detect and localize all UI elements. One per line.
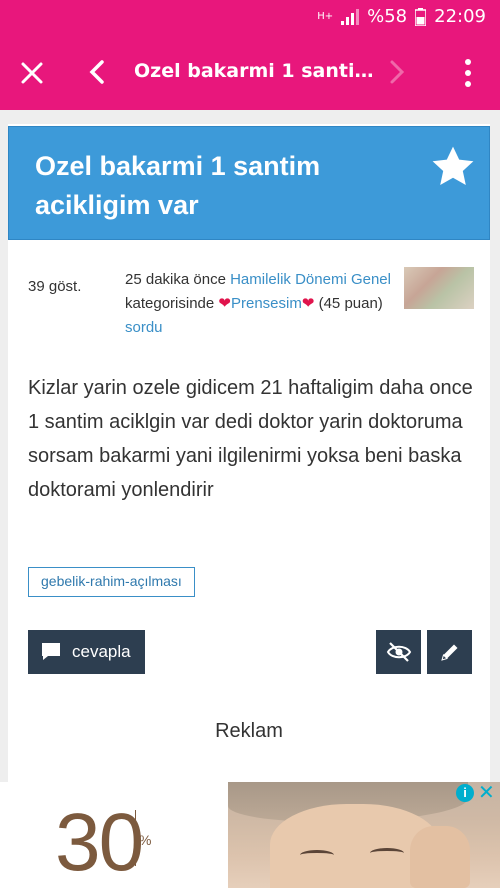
app-bar-title: Ozel bakarmi 1 santim acikligim var bbox=[134, 60, 384, 82]
battery-percent: %58 bbox=[367, 6, 408, 27]
status-icons: H+ %58 22:09 bbox=[317, 6, 486, 27]
more-vertical-icon[interactable] bbox=[456, 56, 480, 90]
view-count: 39 göst. bbox=[28, 278, 82, 295]
reply-button[interactable]: cevapla bbox=[28, 630, 145, 674]
avatar[interactable] bbox=[404, 267, 474, 309]
signal-icon bbox=[341, 8, 360, 25]
app-bar: Ozel bakarmi 1 santim acikligim var bbox=[0, 36, 500, 110]
eye-off-icon bbox=[386, 642, 411, 662]
ad-label: Reklam bbox=[215, 720, 283, 742]
edit-button[interactable] bbox=[427, 630, 472, 674]
close-icon[interactable]: ✕ bbox=[478, 783, 495, 803]
chevron-left-icon[interactable] bbox=[88, 54, 114, 90]
heart-icon: ❤ bbox=[301, 295, 315, 312]
ad-discount-number: 30 bbox=[55, 797, 144, 888]
category-link[interactable]: Hamilelik Dönemi Genel bbox=[230, 271, 391, 288]
ad-image-hand bbox=[410, 826, 470, 888]
status-bar: H+ %58 22:09 bbox=[0, 0, 500, 36]
comment-icon bbox=[42, 643, 60, 660]
ad-percent: % bbox=[135, 810, 155, 866]
question-header: Ozel bakarmi 1 santim acikligim var bbox=[8, 126, 490, 240]
close-icon[interactable] bbox=[20, 56, 48, 90]
chevron-right-icon[interactable] bbox=[388, 54, 412, 90]
question-meta: 39 göst. 25 dakika önce Hamilelik Dönemi… bbox=[8, 264, 490, 344]
question-title: Ozel bakarmi 1 santim acikligim var bbox=[35, 151, 321, 220]
reply-label: cevapla bbox=[72, 642, 131, 661]
network-type: H+ bbox=[317, 10, 334, 22]
ad-image-eye bbox=[370, 848, 404, 858]
ad-image-eye bbox=[300, 850, 334, 860]
posted-time: 25 dakika önce bbox=[125, 271, 226, 288]
clock: 22:09 bbox=[434, 6, 486, 27]
pencil-icon bbox=[440, 644, 457, 661]
battery-icon bbox=[415, 7, 427, 26]
hide-button[interactable] bbox=[376, 630, 421, 674]
question-body: Kizlar yarin ozele gidicem 21 haftaligim… bbox=[28, 377, 473, 501]
category-suffix: kategorisinde bbox=[125, 295, 215, 312]
heart-icon: ❤ bbox=[218, 295, 231, 312]
info-icon[interactable]: i bbox=[456, 784, 474, 802]
question-info: 25 dakika önce Hamilelik Dönemi Genel ka… bbox=[125, 268, 397, 340]
star-icon[interactable] bbox=[429, 143, 477, 191]
user-link[interactable]: Prensesim bbox=[231, 295, 302, 312]
tag-chip[interactable]: gebelik-rahim-açılması bbox=[28, 567, 195, 597]
user-points: (45 puan) bbox=[318, 295, 383, 312]
ad-banner[interactable]: 30 % i ✕ bbox=[0, 782, 500, 888]
action-link[interactable]: sordu bbox=[125, 319, 163, 336]
question-card: Ozel bakarmi 1 santim acikligim var 39 g… bbox=[8, 124, 490, 888]
ad-controls: i ✕ bbox=[456, 783, 495, 803]
